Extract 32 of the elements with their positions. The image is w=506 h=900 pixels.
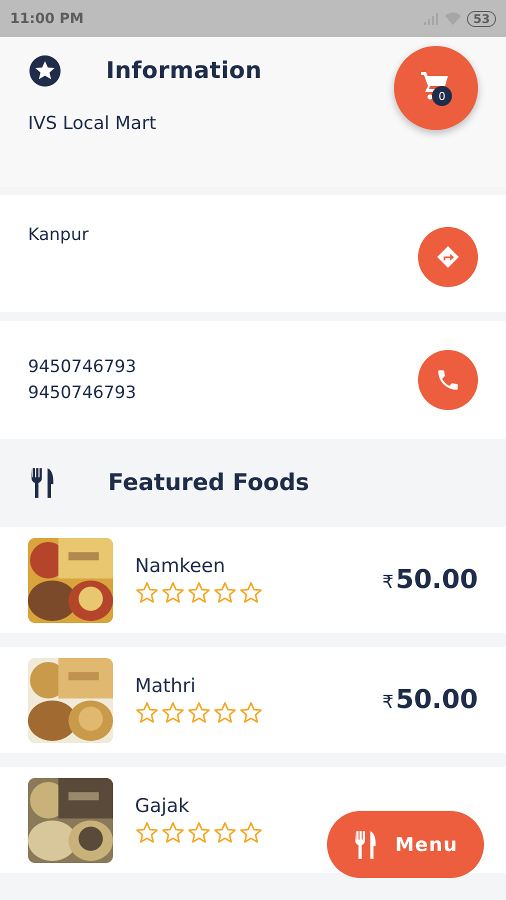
section-title: Featured Foods [108, 470, 310, 496]
star-icon [187, 581, 211, 605]
star-icon [213, 821, 237, 845]
star-icon [135, 701, 159, 725]
star-icon [213, 701, 237, 725]
currency-symbol: ₹ [382, 692, 394, 713]
food-price: 50.00 [396, 565, 478, 595]
star-icon [239, 701, 263, 725]
food-name: Mathri [135, 675, 197, 697]
currency-symbol: ₹ [382, 572, 394, 593]
star-icon [187, 701, 211, 725]
food-name: Gajak [135, 795, 190, 817]
star-icon [187, 821, 211, 845]
city-text: Kanpur [28, 225, 89, 245]
store-name: IVS Local Mart [28, 113, 156, 134]
star-icon [213, 581, 237, 605]
food-name: Namkeen [135, 555, 226, 577]
star-icon [239, 821, 263, 845]
star-icon [135, 821, 159, 845]
food-price: 50.00 [396, 685, 478, 715]
battery-level: 53 [467, 10, 496, 26]
directions-icon [435, 244, 461, 270]
star-icon [161, 701, 185, 725]
menu-button[interactable]: Menu [327, 811, 484, 878]
phone-number: 9450746793 [28, 383, 136, 403]
star-icon [161, 581, 185, 605]
star-icon [239, 581, 263, 605]
phone-number: 9450746793 [28, 357, 136, 377]
status-time: 11:00 PM [10, 10, 84, 26]
star-icon [135, 581, 159, 605]
star-icon [161, 821, 185, 845]
section-title: Information [106, 58, 262, 84]
